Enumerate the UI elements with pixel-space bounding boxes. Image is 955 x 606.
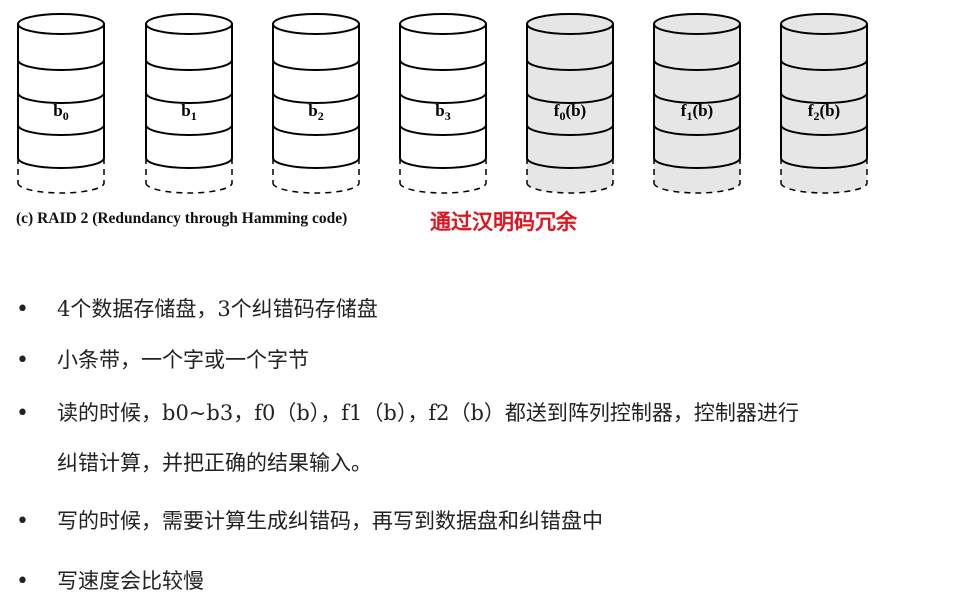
disk-label: f2(b) (808, 101, 840, 123)
disk-b1: b1 (145, 13, 233, 194)
disk-b3: b3 (399, 13, 487, 194)
disk-label: f0(b) (554, 101, 586, 123)
figure-caption: (c) RAID 2 (Redundancy through Hamming c… (16, 210, 348, 227)
disk-b0: b0 (17, 13, 105, 194)
bullet-marker: • (16, 348, 29, 373)
bullet-text: 写速度会比较慢 (57, 569, 204, 593)
disk-f1: f1(b) (653, 13, 741, 194)
bullet-marker: • (16, 401, 29, 426)
disk-f2: f2(b) (780, 13, 868, 194)
caption-annotation: 通过汉明码冗余 (430, 210, 577, 234)
bullet-marker: • (16, 297, 29, 322)
disk-label: f1(b) (681, 101, 713, 123)
bullet-marker: • (16, 569, 29, 594)
bullet-text: 读的时候，b0~b3，f0（b），f1（b），f2（b）都送到阵列控制器，控制器… (57, 401, 799, 475)
bullet-text: 4个数据存储盘，3个纠错码存储盘 (57, 297, 378, 321)
disk-b2: b2 (272, 13, 360, 194)
bullet-text: 写的时候，需要计算生成纠错码，再写到数据盘和纠错盘中 (57, 509, 603, 533)
raid2-disk-array: b0 b1 b2 b3 f0(b) f1(b) f2(b) (17, 13, 868, 194)
disk-f0: f0(b) (526, 13, 614, 194)
bullet-text: 小条带，一个字或一个字节 (57, 348, 309, 372)
bullet-marker: • (16, 509, 29, 534)
